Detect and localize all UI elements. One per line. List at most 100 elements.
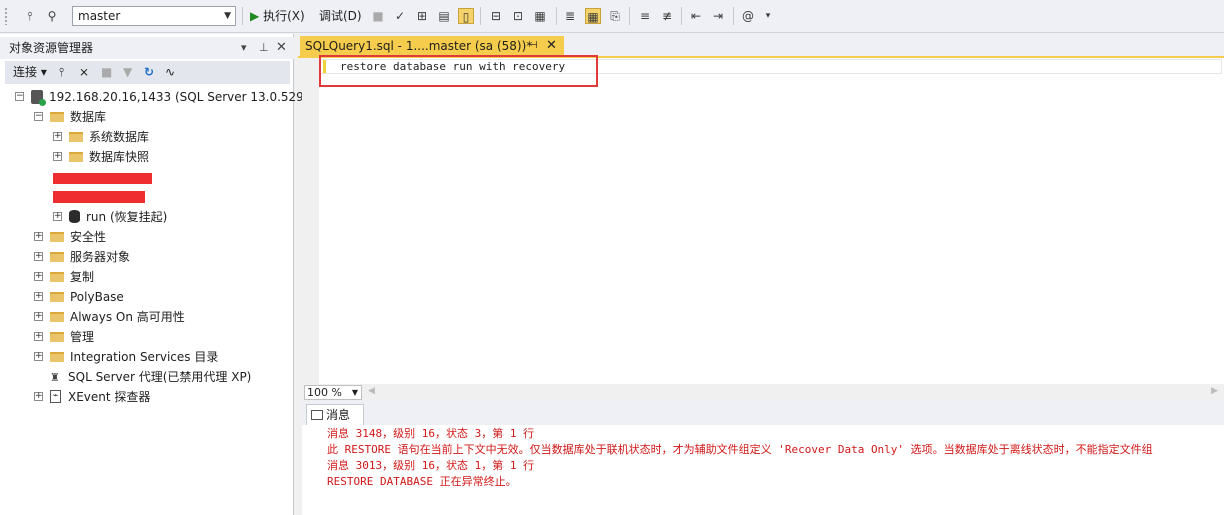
expand-icon[interactable]: +: [34, 232, 43, 241]
expand-icon[interactable]: +: [53, 152, 62, 161]
folder-icon: [50, 251, 64, 262]
close-icon[interactable]: ✕: [546, 36, 557, 56]
tree-server-node[interactable]: −192.168.20.16,1433 (SQL Server 13.0.529…: [15, 87, 311, 107]
database-icon: [69, 210, 80, 223]
execute-button[interactable]: ▶ 执行(X): [250, 7, 305, 25]
messages-tab-label: 消息: [326, 408, 351, 422]
debug-button[interactable]: 调试(D): [319, 7, 362, 25]
tree-management-node[interactable]: + 管理: [34, 327, 94, 347]
annotation-highlight-box: [319, 55, 598, 87]
connect-button[interactable]: 连接 ▾: [13, 65, 47, 80]
toolbar-separator: [681, 7, 682, 25]
zoom-select[interactable]: 100 % ▼: [304, 385, 362, 400]
folder-icon: [50, 291, 64, 302]
decrease-indent-icon[interactable]: ⇤: [688, 8, 704, 24]
stop-icon[interactable]: ■: [370, 8, 386, 24]
disconnect-icon[interactable]: ⨯: [79, 65, 89, 80]
expand-icon[interactable]: +: [34, 312, 43, 321]
tree-databases-node[interactable]: − 数据库: [34, 107, 106, 127]
activity-monitor-icon[interactable]: ∿: [165, 65, 175, 80]
tree-integration-services-node[interactable]: + Integration Services 目录: [34, 347, 218, 367]
object-explorer-toolbar: 连接 ▾ ⫯ ⨯ ■ ▼ ↻ ∿: [5, 61, 290, 84]
toolbar-separator: [733, 7, 734, 25]
results-to-grid-icon[interactable]: ▦: [585, 8, 601, 24]
tree-server-objects-node[interactable]: + 服务器对象: [34, 247, 130, 267]
include-plan-icon[interactable]: ⊡: [510, 8, 526, 24]
expand-icon[interactable]: +: [53, 132, 62, 141]
editor-gutter: [302, 58, 319, 384]
filter-icon[interactable]: ▼: [123, 65, 132, 80]
tree-security-node[interactable]: + 安全性: [34, 227, 106, 247]
results-tab-strip: [302, 401, 1224, 424]
expand-icon[interactable]: +: [34, 332, 43, 341]
database-select[interactable]: master ▼: [72, 6, 236, 26]
scroll-left-icon[interactable]: ◀: [368, 386, 375, 396]
expand-icon[interactable]: +: [53, 212, 62, 221]
connect-object-icon[interactable]: ⫯: [59, 65, 64, 80]
expand-icon[interactable]: +: [34, 272, 43, 281]
object-explorer-panel: 对象资源管理器 ▾ ⊥ ✕ 连接 ▾ ⫯ ⨯ ■ ▼ ↻ ∿ −192.168.…: [0, 34, 311, 515]
toolbar-grip[interactable]: [4, 7, 8, 25]
tree-xevent-node[interactable]: + ⌁ XEvent 探查器: [34, 387, 150, 407]
redacted-tree-item: [53, 173, 152, 184]
change-connection-icon[interactable]: ⚲: [44, 8, 60, 24]
estimated-plan-icon[interactable]: ⊟: [488, 8, 504, 24]
comment-icon[interactable]: ≡: [637, 8, 653, 24]
window-position-icon[interactable]: ▾: [241, 37, 247, 59]
server-icon: [31, 89, 46, 106]
sqlcmd-mode-icon[interactable]: ▯: [458, 8, 474, 24]
chevron-down-icon: ▼: [224, 11, 231, 21]
collapse-icon[interactable]: −: [34, 112, 43, 121]
messages-icon: [311, 409, 323, 420]
results-to-file-icon[interactable]: ⎘: [607, 8, 623, 24]
tree-always-on-node[interactable]: + Always On 高可用性: [34, 307, 185, 327]
tab-messages[interactable]: 消息: [306, 404, 364, 425]
folder-icon: [69, 131, 83, 142]
tree-system-databases-node[interactable]: + 系统数据库: [53, 127, 149, 147]
tree-agent-node[interactable]: ♜ SQL Server 代理(已禁用代理 XP): [50, 367, 251, 387]
tree-replication-node[interactable]: + 复制: [34, 267, 94, 287]
specify-values-icon[interactable]: @: [740, 8, 756, 24]
main-toolbar: ⫯ ⚲ master ▼ ▶ 执行(X) 调试(D) ■ ✓ ⊞ ▤ ▯ ⊟ ⊡…: [0, 0, 1224, 33]
expand-icon[interactable]: +: [34, 352, 43, 361]
toolbar-separator: [556, 7, 557, 25]
folder-icon: [50, 271, 64, 282]
folder-icon: [50, 331, 64, 342]
refresh-icon[interactable]: ↻: [144, 65, 154, 80]
filter-icon[interactable]: ⫯: [22, 8, 38, 24]
stop-icon[interactable]: ■: [101, 65, 112, 80]
query-designer-icon[interactable]: ▤: [436, 8, 452, 24]
uncomment-icon[interactable]: ≢: [659, 8, 675, 24]
collapse-icon[interactable]: −: [15, 92, 24, 101]
folder-icon: [50, 231, 64, 242]
tree-snapshots-node[interactable]: + 数据库快照: [53, 147, 149, 167]
pin-icon[interactable]: ⊥: [259, 37, 269, 59]
client-stats-icon[interactable]: ▦: [532, 8, 548, 24]
toolbar-separator: [480, 7, 481, 25]
message-line: 消息 3148，级别 16，状态 3，第 1 行: [327, 427, 535, 440]
editor-status-row: 100 % ▼ ◀ ▶: [302, 384, 1224, 401]
expand-icon[interactable]: +: [34, 292, 43, 301]
xevent-icon: ⌁: [50, 390, 61, 403]
folder-icon: [50, 311, 64, 322]
increase-indent-icon[interactable]: ⇥: [710, 8, 726, 24]
scroll-right-icon[interactable]: ▶: [1211, 386, 1218, 396]
toolbar-overflow-icon[interactable]: ▾: [760, 8, 776, 24]
database-select-value: master: [78, 9, 121, 23]
folder-icon: [50, 351, 64, 362]
messages-pane: 消息 3148，级别 16，状态 3，第 1 行 此 RESTORE 语句在当前…: [302, 425, 1224, 515]
results-to-text-icon[interactable]: ≣: [562, 8, 578, 24]
query-editor[interactable]: restore database run with recovery: [302, 55, 1224, 384]
parse-check-icon[interactable]: ✓: [392, 8, 408, 24]
tree-polybase-node[interactable]: + PolyBase: [34, 287, 124, 307]
chevron-down-icon: ▼: [351, 388, 358, 397]
zoom-value: 100 %: [307, 386, 342, 399]
query-plan-icon[interactable]: ⊞: [414, 8, 430, 24]
expand-icon[interactable]: +: [34, 392, 43, 401]
folder-icon: [69, 151, 83, 162]
tree-run-database-node[interactable]: + run (恢复挂起): [53, 207, 167, 227]
close-icon[interactable]: ✕: [276, 37, 287, 59]
pin-icon[interactable]: ⊣: [529, 36, 538, 56]
expand-icon[interactable]: +: [34, 252, 43, 261]
tab-sqlquery1[interactable]: SQLQuery1.sql - 1....master (sa (58))* ⊣…: [300, 36, 564, 56]
